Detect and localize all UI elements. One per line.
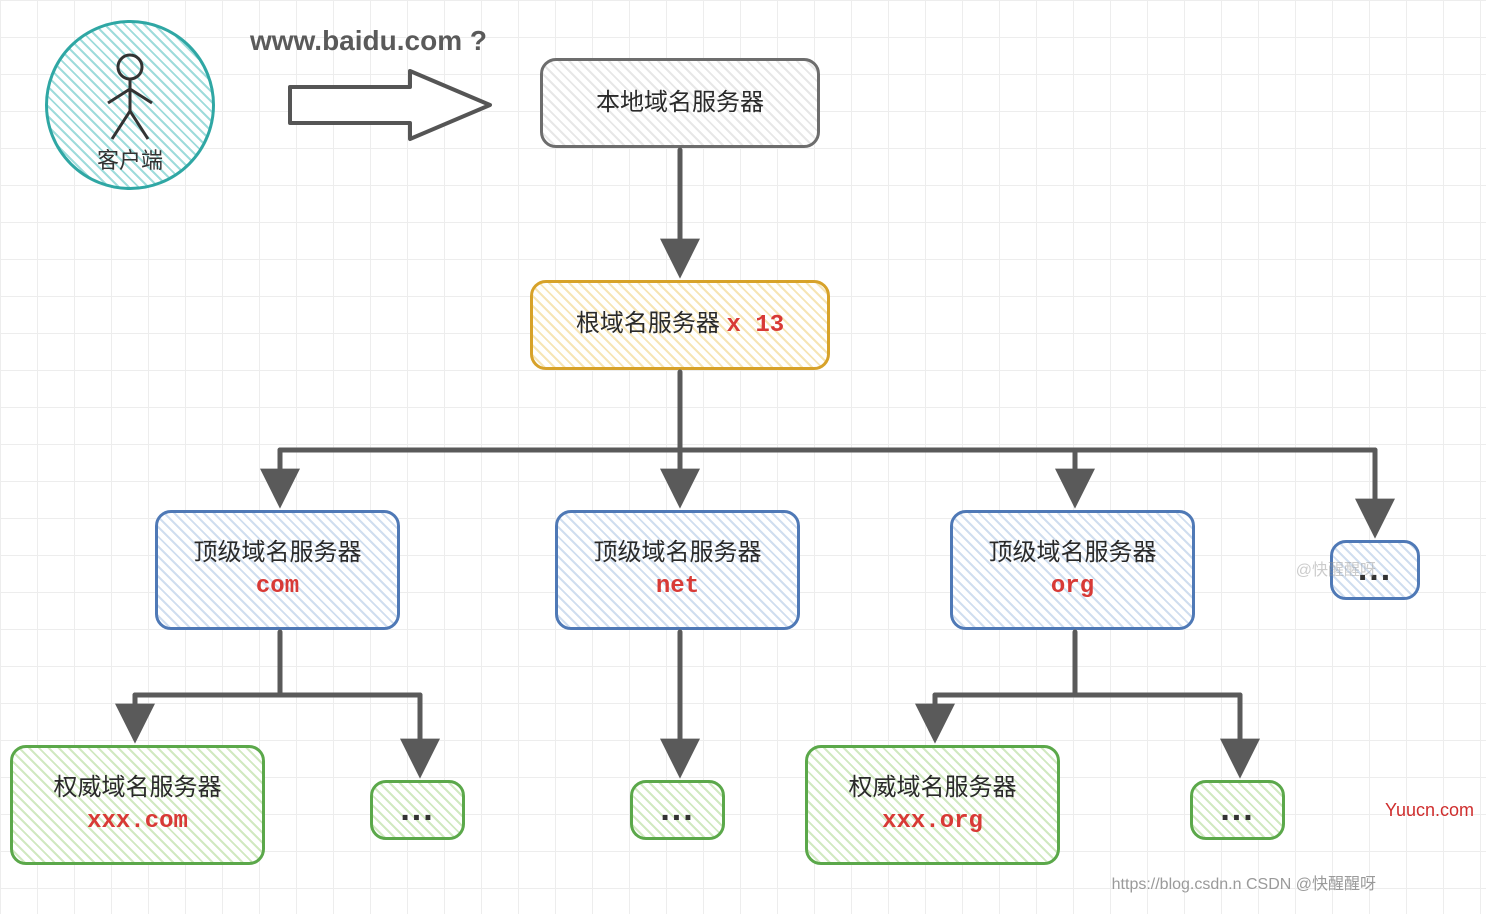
- auth-label-org: 权威域名服务器: [849, 771, 1017, 805]
- tld-node-com: 顶级域名服务器 com: [155, 510, 400, 630]
- tld-value-com: com: [256, 570, 299, 604]
- auth-value-com: xxx.com: [87, 805, 188, 839]
- tld-label-net: 顶级域名服务器: [594, 536, 762, 570]
- ellipsis-auth-org: ...: [1220, 786, 1254, 834]
- root-dns-count-prefix: x: [727, 312, 741, 339]
- local-dns-label: 本地域名服务器: [596, 86, 764, 120]
- auth-node-org-more: ...: [1190, 780, 1285, 840]
- person-icon: [100, 53, 160, 143]
- auth-label-com: 权威域名服务器: [54, 771, 222, 805]
- auth-node-net-more: ...: [630, 780, 725, 840]
- tld-label-com: 顶级域名服务器: [194, 536, 362, 570]
- watermark-csdn-2: @快醒醒呀: [1296, 556, 1376, 580]
- root-dns-label: 根域名服务器: [576, 310, 720, 337]
- request-arrow-icon: [280, 65, 500, 145]
- local-dns-node: 本地域名服务器: [540, 58, 820, 148]
- client-node: 客户端: [45, 20, 215, 190]
- tld-value-net: net: [656, 570, 699, 604]
- root-dns-count: 13: [755, 312, 784, 339]
- auth-value-org: xxx.org: [882, 805, 983, 839]
- watermark-yuucn: Yuucn.com: [1385, 800, 1474, 821]
- tld-node-org: 顶级域名服务器 org: [950, 510, 1195, 630]
- auth-node-com-more: ...: [370, 780, 465, 840]
- root-dns-node: 根域名服务器 x 13: [530, 280, 830, 370]
- tld-label-org: 顶级域名服务器: [989, 536, 1157, 570]
- tld-value-org: org: [1051, 570, 1094, 604]
- client-label: 客户端: [97, 143, 163, 175]
- auth-node-com: 权威域名服务器 xxx.com: [10, 745, 265, 865]
- ellipsis-auth-net: ...: [660, 786, 694, 834]
- tld-node-net: 顶级域名服务器 net: [555, 510, 800, 630]
- query-text: www.baidu.com ?: [250, 25, 487, 57]
- diagram-stage: 客户端 www.baidu.com ? 本地域名服务器 根域名服务器 x 13 …: [0, 0, 1486, 914]
- auth-node-org: 权威域名服务器 xxx.org: [805, 745, 1060, 865]
- ellipsis-auth-com: ...: [400, 786, 434, 834]
- watermark-csdn: https://blog.csdn.n CSDN @快醒醒呀: [1112, 870, 1376, 894]
